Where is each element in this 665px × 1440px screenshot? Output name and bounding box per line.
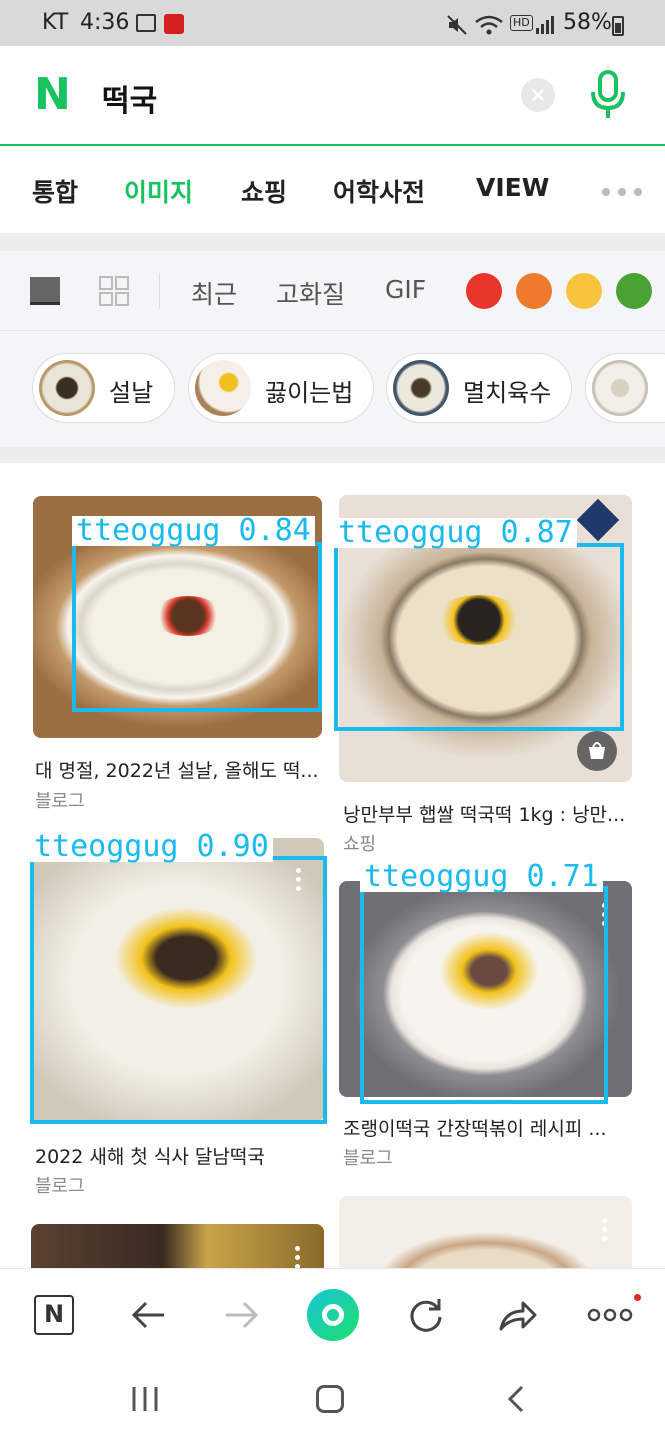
detection-box (72, 542, 322, 712)
microphone-icon[interactable] (588, 70, 628, 122)
share-icon[interactable] (497, 1297, 539, 1333)
search-header: N 떡국 (0, 46, 665, 146)
forward-arrow-icon[interactable] (222, 1297, 260, 1333)
carrier: KT (42, 10, 69, 35)
more-options-icon[interactable] (295, 1246, 301, 1270)
divider (0, 233, 665, 251)
single-view-icon[interactable] (30, 277, 60, 305)
grid-view-icon[interactable] (99, 276, 129, 306)
search-tabs: 통합 이미지 쇼핑 어학사전 VIEW (0, 147, 665, 233)
tab-dictionary[interactable]: 어학사전 (333, 173, 425, 209)
detection-box (30, 856, 327, 1124)
chip-thumbnail (39, 360, 95, 416)
tab-view[interactable]: VIEW (476, 173, 549, 202)
signal-icon (536, 16, 554, 34)
home-icon[interactable] (316, 1385, 344, 1413)
mute-icon (447, 15, 467, 35)
detection-label: tteoggug 0.90 (30, 832, 273, 862)
detection-box (334, 543, 624, 731)
filter-divider (159, 273, 160, 309)
system-back-icon[interactable] (504, 1384, 528, 1414)
detection-box (360, 886, 608, 1104)
result-source: 블로그 (35, 791, 85, 812)
filter-recent[interactable]: 최근 (191, 275, 237, 311)
result-source: 쇼핑 (343, 834, 377, 855)
chip-cooking-method[interactable]: 끓이는법 (188, 353, 374, 423)
tab-integrated[interactable]: 통합 (32, 173, 78, 209)
green-dot-button[interactable] (307, 1289, 359, 1341)
naver-logo[interactable]: N (34, 70, 71, 120)
more-tabs-icon[interactable] (600, 183, 644, 202)
chip-anchovy-broth[interactable]: 멸치육수 (386, 353, 572, 423)
detection-label: tteoggug 0.87 (334, 518, 577, 548)
chip-thumbnail (393, 360, 449, 416)
recent-apps-icon[interactable] (130, 1384, 160, 1414)
tab-images[interactable]: 이미지 (124, 173, 193, 209)
detection-label: tteoggug 0.71 (360, 862, 603, 892)
result-source: 블로그 (343, 1148, 393, 1169)
filter-gif[interactable]: GIF (385, 275, 426, 304)
color-filter-green[interactable] (616, 273, 652, 309)
result-title[interactable]: 낭만부부 햅쌀 떡국떡 1kg : 낭만... (343, 800, 631, 827)
clear-search-button[interactable] (521, 78, 555, 112)
more-menu-icon[interactable] (586, 1303, 634, 1323)
wifi-icon (475, 15, 503, 35)
back-arrow-icon[interactable] (130, 1297, 168, 1333)
chip-label: 끓이는법 (265, 379, 354, 407)
detection-label: tteoggug 0.84 (72, 516, 315, 546)
refresh-icon[interactable] (406, 1295, 446, 1335)
divider (0, 447, 665, 463)
system-nav-bar (0, 1360, 665, 1440)
chip-label: 설날 (109, 379, 154, 407)
image-filter-bar: 최근 고화질 GIF (0, 251, 665, 331)
search-input[interactable]: 떡국 (102, 76, 157, 120)
chip-seollal[interactable]: 설날 (32, 353, 175, 423)
result-source: 블로그 (35, 1176, 85, 1197)
result-title[interactable]: 2022 새해 첫 식사 달남떡국 (35, 1142, 319, 1169)
color-filter-red[interactable] (466, 273, 502, 309)
related-keyword-chips: 설날 끓이는법 멸치육수 (0, 331, 665, 447)
tab-shopping[interactable]: 쇼핑 (241, 173, 287, 209)
chip-label: 멸치육수 (463, 379, 552, 407)
brand-logo-icon (576, 498, 620, 542)
chip-thumbnail (195, 360, 251, 416)
naver-home-button[interactable]: N (34, 1295, 74, 1335)
browser-toolbar: N (0, 1268, 665, 1360)
hd-voice-badge: HD (510, 15, 533, 31)
chip-thumbnail (592, 360, 648, 416)
color-filter-orange[interactable] (516, 273, 552, 309)
app-notification-icon (164, 14, 184, 34)
close-icon (532, 89, 544, 101)
more-options-icon[interactable] (602, 1218, 608, 1242)
clock: 4:36 (80, 10, 130, 35)
filter-high-quality[interactable]: 고화질 (276, 275, 345, 311)
color-filter-yellow[interactable] (566, 273, 602, 309)
battery-icon (612, 16, 624, 36)
status-bar: KT 4:36 HD 58% (0, 0, 665, 46)
gallery-icon (136, 14, 156, 32)
chip-more[interactable] (585, 353, 665, 423)
notification-dot (634, 1294, 641, 1301)
result-title[interactable]: 조랭이떡국 간장떡볶이 레시피 ... (343, 1114, 627, 1141)
shopping-bag-icon[interactable] (577, 731, 617, 771)
result-title[interactable]: 대 명절, 2022년 설날, 올해도 떡... (35, 756, 319, 783)
battery-percent: 58% (563, 10, 612, 35)
